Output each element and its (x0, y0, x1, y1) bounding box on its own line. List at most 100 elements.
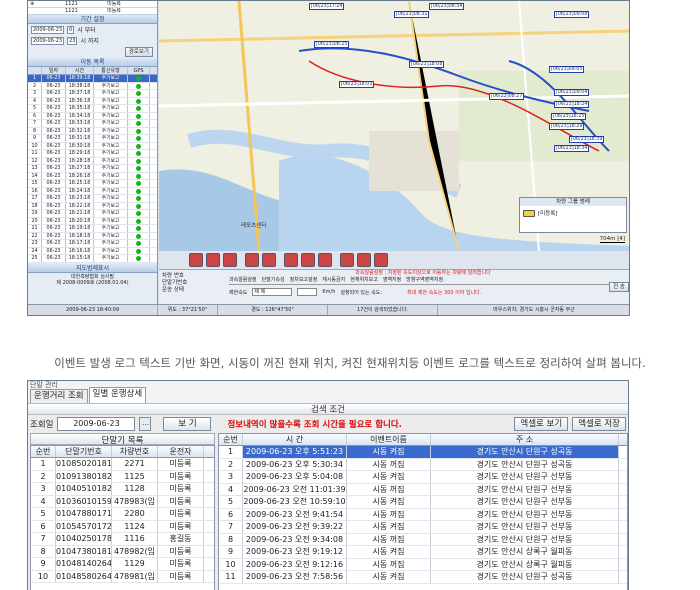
device-row[interactable]: 4 01036010159 478983(임 미등록 (31, 495, 214, 508)
date-from-field[interactable]: 2009-06-23 (31, 25, 65, 34)
hour-from-field[interactable]: 0 (67, 25, 75, 34)
alarm-tab[interactable]: 재시동금지 (322, 277, 345, 284)
map-marker-label[interactable]: [06/23]09:04 (554, 89, 590, 96)
map-marker-label[interactable]: [06/23]18:25 (551, 113, 587, 120)
event-row[interactable]: 4 2009-06-23 오전 11:01:39 시동 꺼짐 경기도 안산시 단원구 … (219, 483, 627, 496)
gear-icon[interactable] (262, 253, 276, 267)
table-row[interactable]: 15 06-23 18:25:18 주기보고 (28, 180, 157, 188)
calendar-icon[interactable]: … (139, 417, 152, 431)
map-marker-label[interactable]: [06/23]18:29 (549, 123, 585, 130)
table-row[interactable]: 9 06-23 18:31:18 주기보고 (28, 135, 157, 143)
table-row[interactable]: 18 06-23 18:22:18 주기보고 (28, 202, 157, 210)
speed-input[interactable] (297, 288, 318, 296)
table-row[interactable]: 21 06-23 18:19:18 주기보고 (28, 225, 157, 233)
table-row[interactable]: 19 06-23 18:21:18 주기보고 (28, 210, 157, 218)
print-icon[interactable] (340, 253, 354, 267)
table-row[interactable]: 11 06-23 18:29:18 주기보고 (28, 150, 157, 158)
alarm-tab[interactable]: 방향구역영역지정 (406, 277, 443, 284)
hour-to-field[interactable]: 23 (67, 36, 78, 45)
alarm-tab[interactable]: 정차보고설정 (290, 277, 318, 284)
excel-save-button[interactable]: 엑셀로 저장 (572, 417, 626, 431)
table-row[interactable]: 5 06-23 18:35:18 주기보고 (28, 105, 157, 113)
table-row[interactable]: 6 06-23 18:34:18 주기보고 (28, 112, 157, 120)
device-row[interactable]: 9 01048140264 1129 미등록 (31, 558, 214, 571)
excel-view-button[interactable]: 엑셀로 보기 (514, 417, 569, 431)
device-row[interactable]: 2 01091380182 1125 미등록 (31, 470, 214, 483)
table-row[interactable]: 13 06-23 18:27:18 주기보고 (28, 165, 157, 173)
select-icon[interactable] (245, 253, 259, 267)
map-marker-label[interactable]: [06/23]18:24 (554, 101, 590, 108)
event-row[interactable]: 2 2009-06-23 오후 5:30:34 시동 꺼짐 경기도 안산시 단원구 성… (219, 458, 627, 471)
alarm-tab[interactable]: 과속알람설정 (229, 277, 257, 284)
device-row[interactable]: 3 01040510182 1128 미등록 (31, 483, 214, 496)
table-row[interactable]: 1 06-23 18:39:18 주기보고 (28, 75, 157, 83)
map-marker-label[interactable]: [06/23]18:08 (409, 61, 445, 68)
map-marker-label[interactable]: [06/23]17:24 (309, 3, 345, 10)
table-row[interactable]: 25 06-23 18:15:18 주기보고 (28, 255, 157, 263)
route-button[interactable]: 경로보기 (124, 47, 153, 57)
event-row[interactable]: 9 2009-06-23 오전 9:19:12 시동 켜짐 경기도 안산시 상록구 월… (219, 546, 627, 559)
table-row[interactable]: 20 06-23 18:20:18 주기보고 (28, 217, 157, 225)
alarm-tab[interactable]: 영역지정 (383, 277, 401, 284)
map-view[interactable]: [06/23]17:24 [06/23]08:31 [06/23]08:34 [06/… (159, 1, 629, 251)
device-row[interactable]: 10 01048580264 478981(임 미등록 (31, 570, 214, 583)
table-row[interactable]: 22 06-23 18:18:18 주기보고 (28, 232, 157, 240)
table-row[interactable]: 17 06-23 18:23:18 주기보고 (28, 195, 157, 203)
map-toolbar (159, 251, 629, 269)
tab-distance[interactable]: 운행거리 조회 (30, 389, 88, 403)
device-row[interactable]: 8 01047380181 478982(임 미등록 (31, 545, 214, 558)
event-row[interactable]: 10 2009-06-23 오전 9:12:16 시동 꺼짐 경기도 안산시 상록구 … (219, 558, 627, 571)
table-row[interactable]: 3 06-23 18:37:18 주기보고 (28, 90, 157, 98)
distance-icon[interactable] (301, 253, 315, 267)
map-marker-label[interactable]: [06/23]08:34 (429, 3, 465, 10)
device-row[interactable]: 7 01040250178 1116 홍길동 (31, 533, 214, 546)
limit-select[interactable]: 제 제 (252, 288, 293, 296)
alarm-tab[interactable]: 단말기속성 (262, 277, 285, 284)
table-row[interactable]: 7 06-23 18:33:18 주기보고 (28, 120, 157, 128)
map-marker-label[interactable]: [06/23]18:03 (339, 81, 375, 88)
map-marker-label[interactable]: [06/23]08:31 (394, 11, 430, 18)
device-row[interactable]: 1 01085020181 2271 미등록 (31, 458, 214, 471)
layers-icon[interactable] (284, 253, 298, 267)
table-row[interactable]: 2 06-23 18:38:18 주기보고 (28, 82, 157, 90)
save-icon[interactable] (374, 253, 388, 267)
vehicle-row[interactable]: 1121 미등록 (28, 8, 157, 15)
event-row[interactable]: 8 2009-06-23 오전 9:34:08 시동 꺼짐 경기도 안산시 단원구 선… (219, 533, 627, 546)
tab-daily-detail[interactable]: 일별 운행상세 (88, 387, 147, 403)
vehicle-info: 차량 번호 단말기번호 운송 상태 (162, 273, 188, 293)
event-row[interactable]: 3 2009-06-23 오후 5:04:08 시동 켜짐 경기도 안산시 단원구 선… (219, 471, 627, 484)
table-row[interactable]: 12 06-23 18:28:18 주기보고 (28, 157, 157, 165)
table-row[interactable]: 16 06-23 18:24:18 주기보고 (28, 187, 157, 195)
date-to-field[interactable]: 2009-06-23 (31, 36, 65, 45)
event-row[interactable]: 7 2009-06-23 오전 9:39:22 시동 켜짐 경기도 안산시 단원구 선… (219, 521, 627, 534)
device-row[interactable]: 6 01054570172 1124 미등록 (31, 520, 214, 533)
map-marker-label[interactable]: [06/23]09:05 (549, 66, 585, 73)
full-extent-icon[interactable] (223, 253, 237, 267)
map-marker-label[interactable]: [06/23]08:27 (489, 93, 525, 100)
table-row[interactable]: 24 06-23 18:16:18 주기보고 (28, 247, 157, 255)
table-row[interactable]: 14 06-23 18:26:18 주기보고 (28, 172, 157, 180)
event-row[interactable]: 5 2009-06-23 오전 10:59:10 시동 켜짐 경기도 안산시 단원구 … (219, 496, 627, 509)
zoom-in-icon[interactable] (189, 253, 203, 267)
view-button[interactable]: 보 기 (163, 417, 212, 431)
device-row[interactable]: 5 01047880171 2280 미등록 (31, 508, 214, 521)
alarm-tab[interactable]: 현재위치보고 (350, 277, 378, 284)
event-row[interactable]: 6 2009-06-23 오전 9:41:54 시동 꺼짐 경기도 안산시 단원구 선… (219, 508, 627, 521)
table-row[interactable]: 23 06-23 18:17:18 주기보고 (28, 240, 157, 248)
map-marker-label[interactable]: [06/23]08:25 (314, 41, 350, 48)
gps-status-icon (128, 150, 150, 157)
send-button[interactable]: 전 송 (609, 282, 629, 292)
track-icon[interactable] (318, 253, 332, 267)
map-marker-label[interactable]: [06/23]09:08 (554, 11, 590, 18)
event-row[interactable]: 1 2009-06-23 오후 5:51:23 시동 켜짐 경기도 안산시 단원구 성… (219, 446, 627, 459)
date-field[interactable]: 2009-06-23 (57, 417, 136, 431)
vehicle-row[interactable]: ⊕ 1121 미등록 (28, 1, 157, 8)
map-marker-label[interactable]: [06/23]18:34 (554, 145, 590, 152)
zoom-out-icon[interactable] (206, 253, 220, 267)
table-row[interactable]: 4 06-23 18:36:18 주기보고 (28, 97, 157, 105)
table-row[interactable]: 10 06-23 18:30:18 주기보고 (28, 142, 157, 150)
grid-icon[interactable] (357, 253, 371, 267)
table-row[interactable]: 8 06-23 18:32:18 주기보고 (28, 127, 157, 135)
event-row[interactable]: 11 2009-06-23 오전 7:58:56 시동 켜짐 경기도 안산시 단원구 … (219, 571, 627, 584)
map-marker-label[interactable]: [06/23]18:39 (569, 136, 605, 143)
